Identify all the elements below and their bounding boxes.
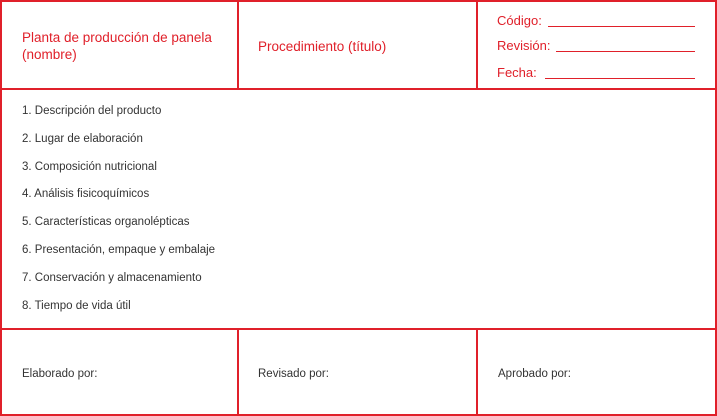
- section-item: 3. Composición nutricional: [22, 160, 157, 173]
- section-item: 5. Características organolépticas: [22, 216, 190, 229]
- section-list: 1. Descripción del producto 2. Lugar de …: [22, 104, 215, 326]
- document-meta-cell: Código: Revisión: Fecha:: [478, 2, 715, 88]
- code-label: Código:: [497, 13, 542, 28]
- date-line: [544, 78, 695, 79]
- procedure-title: Procedimiento (título): [258, 39, 387, 54]
- date-label: Fecha:: [497, 65, 537, 80]
- section-item: 1. Descripción del producto: [22, 105, 162, 117]
- section-item: 2. Lugar de elaboración: [22, 132, 143, 145]
- revision-label: Revisión:: [497, 38, 551, 53]
- section-item: 8. Tiempo de vida útil: [22, 299, 131, 312]
- approved-by-cell: Aprobado por:: [478, 330, 715, 416]
- code-field: Código:: [497, 13, 695, 29]
- date-field: Fecha:: [497, 65, 695, 81]
- section-item: 4. Análisis fisicoquímicos: [22, 188, 150, 201]
- form-footer: Elaborado por: Revisado por: Aprobado po…: [2, 330, 715, 416]
- prepared-by-label: Elaborado por:: [22, 368, 98, 380]
- procedure-title-cell: Procedimiento (título): [239, 2, 478, 88]
- product-sheet-form: Planta de producción de panela (nombre) …: [0, 0, 717, 416]
- code-line: [547, 26, 695, 27]
- reviewed-by-label: Revisado por:: [258, 368, 329, 380]
- form-body: 1. Descripción del producto 2. Lugar de …: [2, 90, 715, 330]
- plant-name: Planta de producción de panela (nombre): [22, 30, 212, 62]
- approved-by-label: Aprobado por:: [498, 368, 571, 380]
- section-item: 6. Presentación, empaque y embalaje: [22, 243, 216, 256]
- prepared-by-cell: Elaborado por:: [2, 330, 239, 416]
- reviewed-by-cell: Revisado por:: [239, 330, 478, 416]
- revision-field: Revisión:: [497, 38, 695, 54]
- form-header: Planta de producción de panela (nombre) …: [2, 2, 715, 90]
- revision-line: [556, 51, 695, 52]
- plant-name-cell: Planta de producción de panela (nombre): [2, 2, 239, 88]
- section-item: 7. Conservación y almacenamiento: [22, 271, 202, 284]
